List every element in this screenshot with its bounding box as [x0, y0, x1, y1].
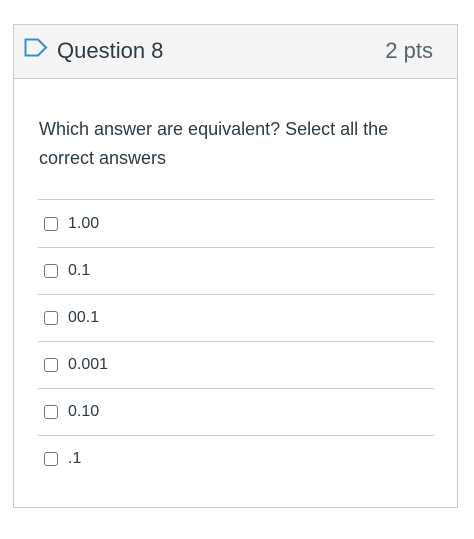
checkbox-icon[interactable]	[44, 452, 58, 466]
checkbox-icon[interactable]	[44, 311, 58, 325]
answer-label: 0.10	[68, 403, 100, 420]
question-points: 2 pts	[385, 38, 433, 63]
answer-label: 0.1	[68, 262, 91, 279]
question-title: Question 8	[57, 38, 164, 63]
question-header: Question 8 2 pts	[14, 25, 457, 79]
answer-option[interactable]: 0.1	[38, 247, 434, 294]
answer-label: 00.1	[68, 309, 100, 326]
answer-label: 0.001	[68, 356, 109, 373]
question-card: Question 8 2 pts Which answer are equiva…	[13, 24, 458, 508]
question-text: Which answer are equivalent? Select all …	[39, 119, 389, 168]
answer-option[interactable]: 0.001	[38, 341, 434, 388]
answer-label: .1	[68, 450, 82, 467]
flag-icon[interactable]	[24, 38, 48, 57]
answer-option[interactable]: 1.00	[38, 199, 434, 247]
answer-list: 1.00 0.1 00.1 0.001 0.10 .1	[38, 199, 434, 482]
answer-option[interactable]: 0.10	[38, 388, 434, 435]
checkbox-icon[interactable]	[44, 405, 58, 419]
checkbox-icon[interactable]	[44, 358, 58, 372]
answer-option[interactable]: 00.1	[38, 294, 434, 341]
answer-option[interactable]: .1	[38, 435, 434, 482]
checkbox-icon[interactable]	[44, 264, 58, 278]
checkbox-icon[interactable]	[44, 216, 58, 231]
answer-label: 1.00	[68, 214, 100, 232]
